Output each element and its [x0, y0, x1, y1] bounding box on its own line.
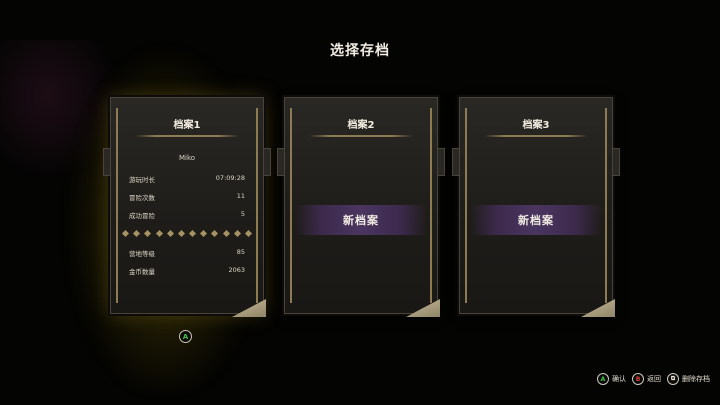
card-rail-right	[256, 108, 258, 303]
card-tab-right	[437, 148, 445, 176]
title-divider	[309, 135, 413, 137]
diamond-divider	[121, 229, 252, 237]
stat-row-successful: 成功冒险 5	[129, 210, 245, 220]
confirm-prompt[interactable]: A 确认	[597, 373, 626, 385]
stat-row-camp-level: 营地等级 85	[129, 248, 245, 258]
player-name: Miko	[178, 154, 196, 162]
title-divider	[484, 135, 588, 137]
card-rail-left	[116, 108, 118, 303]
card-rail-left	[465, 108, 467, 303]
title-divider	[135, 135, 239, 137]
card-tab-left	[452, 148, 460, 176]
a-button-icon: A	[179, 330, 192, 343]
slot-title: 档案3	[522, 120, 550, 131]
page-curl	[406, 299, 440, 317]
delete-prompt[interactable]: ⧉ 删除存档	[667, 373, 710, 385]
stat-row-playtime: 游玩时长 07:09:28	[129, 174, 245, 184]
slot-title: 档案1	[173, 120, 201, 131]
new-file-button[interactable]: 新档案	[470, 205, 602, 235]
stat-row-gold: 金币数量 2063	[129, 266, 245, 276]
stat-value: 11	[236, 192, 245, 200]
save-slot-3[interactable]: 档案3 新档案	[452, 97, 620, 317]
stat-value: 07:09:28	[215, 174, 245, 182]
a-button-icon: A	[597, 373, 609, 385]
stat-value: 85	[236, 248, 245, 256]
card-rail-left	[290, 108, 292, 303]
page-curl	[581, 299, 615, 317]
card-tab-left	[103, 148, 111, 176]
button-prompts: A 确认 B 返回 ⧉ 删除存档	[597, 373, 710, 385]
save-slot-2[interactable]: 档案2 新档案	[277, 97, 445, 317]
card-rail-right	[430, 108, 432, 303]
card-rail-right	[605, 108, 607, 303]
stat-label: 营地等级	[129, 250, 155, 258]
card-tab-left	[277, 148, 285, 176]
slot-title: 档案2	[347, 120, 375, 131]
save-slot-1[interactable]: 档案1 Miko 游玩时长 07:09:28 冒险次数 11 成功冒险 5 营地…	[103, 97, 271, 317]
stat-label: 金币数量	[129, 268, 155, 276]
page-title: 选择存档	[330, 43, 390, 59]
stat-label: 冒险次数	[129, 194, 155, 202]
back-prompt[interactable]: B 返回	[632, 373, 661, 385]
card-tab-right	[612, 148, 620, 176]
stat-label: 游玩时长	[129, 176, 155, 184]
confirm-label: 确认	[612, 375, 626, 383]
stat-row-adventures: 冒险次数 11	[129, 192, 245, 202]
delete-label: 删除存档	[682, 375, 710, 383]
b-button-icon: B	[632, 373, 644, 385]
back-label: 返回	[647, 375, 661, 383]
stat-value: 5	[240, 210, 245, 218]
stat-value: 2063	[228, 266, 245, 274]
view-button-icon: ⧉	[667, 373, 679, 385]
new-file-button[interactable]: 新档案	[295, 205, 427, 235]
card-tab-right	[263, 148, 271, 176]
stat-label: 成功冒险	[129, 212, 155, 220]
